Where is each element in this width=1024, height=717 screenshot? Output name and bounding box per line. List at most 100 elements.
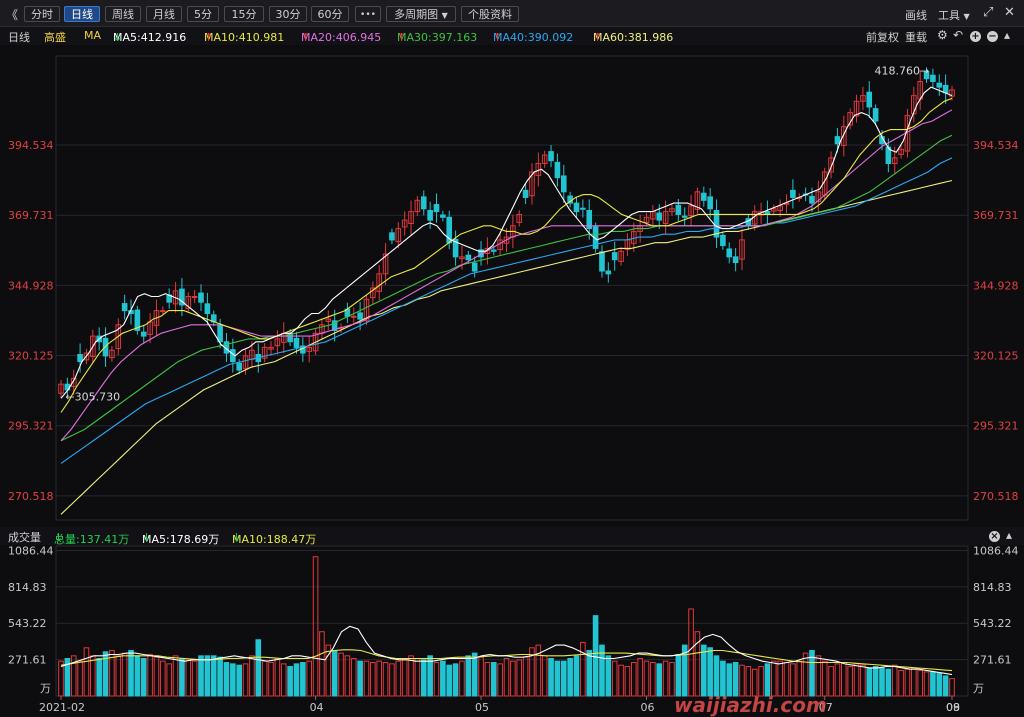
- candle-down: [140, 331, 147, 337]
- stock-info-button[interactable]: 个股资料: [461, 6, 519, 22]
- candle-down: [452, 238, 459, 258]
- candle-down: [726, 248, 733, 258]
- candle-up: [662, 211, 669, 224]
- up-arrow-icon: ↑: [301, 31, 311, 44]
- volume-bar-down: [179, 658, 185, 697]
- volume-bar-up: [484, 662, 491, 697]
- volume-bar-up: [109, 649, 115, 697]
- volume-bar-up: [160, 660, 166, 697]
- candle-down: [834, 136, 841, 145]
- volume-bar-down: [204, 655, 211, 697]
- close-icon[interactable]: ✕: [1004, 5, 1015, 20]
- candle-down: [548, 151, 554, 162]
- volume-bar-down: [681, 644, 688, 697]
- volume-bar-up: [860, 664, 866, 697]
- volume-bar-up: [503, 658, 510, 697]
- volume-bar-down: [732, 662, 739, 697]
- volume-ma10-line: [60, 649, 953, 672]
- low-annotation: ←305.730: [65, 390, 120, 403]
- ma-label[interactable]: MA: [84, 29, 101, 42]
- tab-weekly[interactable]: 周线: [105, 6, 141, 22]
- more-periods-button[interactable]: •••: [355, 6, 381, 22]
- ma10-text: MA10:410.981: [204, 31, 285, 44]
- volume-tick-label-right: 543.22: [973, 617, 1012, 630]
- tab-daily[interactable]: 日线: [64, 6, 100, 22]
- ma5-line: [60, 86, 953, 399]
- volume-bar-up: [115, 655, 122, 697]
- volume-bar-up: [338, 652, 344, 697]
- candle-up: [408, 211, 414, 224]
- price-tick-label-right: 320.125: [973, 350, 1019, 363]
- volume-bar-up: [828, 666, 834, 697]
- candle-down: [554, 161, 561, 179]
- volume-bar-up: [745, 666, 752, 697]
- candle-down: [573, 202, 580, 213]
- candle-down: [490, 249, 497, 252]
- zoom-in-icon[interactable]: +: [970, 31, 981, 42]
- draw-line-button[interactable]: 画线: [905, 7, 927, 23]
- candle-up: [338, 327, 344, 330]
- candle-down: [586, 209, 593, 230]
- volume-bar-up: [790, 663, 796, 697]
- volume-bar-up: [777, 660, 783, 697]
- candle-up: [350, 315, 357, 318]
- tab-15min[interactable]: 15分: [224, 6, 264, 22]
- collapse-icon[interactable]: ▴: [1006, 528, 1012, 542]
- candle-down: [802, 193, 809, 196]
- tools-menu-button[interactable]: 工具 ▼: [938, 7, 970, 23]
- volume-bar-down: [452, 663, 459, 697]
- period-label: 日线: [8, 31, 30, 44]
- volume-bar-down: [726, 663, 733, 697]
- candle-up: [860, 95, 866, 102]
- close-indicator-icon[interactable]: ×: [989, 531, 1000, 542]
- volume-bar-down: [764, 663, 771, 697]
- volume-bar-up: [370, 662, 376, 697]
- candle-up: [83, 352, 90, 361]
- candle-down: [198, 292, 204, 303]
- down-arrow-icon: ↓: [232, 531, 242, 544]
- price-adjust-button[interactable]: 前复权: [866, 29, 899, 45]
- settings-icon[interactable]: ⚙: [937, 28, 948, 42]
- tab-30min[interactable]: 30分: [269, 6, 307, 22]
- multi-period-chart-button[interactable]: 多周期图 ▼: [386, 6, 456, 22]
- candle-down: [764, 211, 771, 215]
- reload-button[interactable]: 重载: [905, 29, 927, 45]
- undo-icon[interactable]: ↶: [953, 28, 963, 42]
- volume-ma10-text: MA10:188.47万: [232, 533, 317, 546]
- x-tick-label: 04: [310, 701, 324, 714]
- volume-bar-down: [440, 660, 446, 697]
- volume-bar-up: [185, 659, 192, 697]
- ma-indicator-bar: 日线 高盛 MA MA5:412.916 ↓ MA10:410.981 ↑ MA20…: [0, 27, 1024, 45]
- volume-bar-down: [230, 663, 236, 697]
- volume-tick-label-left: 543.22: [8, 617, 47, 630]
- tab-intraday[interactable]: 分时: [24, 6, 60, 22]
- volume-bar-up: [376, 660, 383, 697]
- volume-bar-down: [140, 658, 147, 697]
- candle-up: [739, 239, 745, 260]
- candle-down: [567, 195, 573, 204]
- volume-label[interactable]: 成交量: [8, 529, 41, 545]
- volume-bar-down: [700, 644, 707, 697]
- expand-arrows-icon[interactable]: ⤢: [983, 5, 993, 20]
- candle-up: [274, 338, 281, 347]
- tab-60min[interactable]: 60分: [311, 6, 349, 22]
- candlestick-chart[interactable]: 394.534 394.534 369.731 369.731 344.928 344.9…: [0, 0, 1024, 717]
- candle-down: [700, 192, 707, 201]
- volume-plot-frame: [55, 545, 969, 697]
- volume-bar-down: [809, 649, 815, 697]
- candle-down: [605, 270, 612, 275]
- collapse-icon[interactable]: ▴: [1004, 28, 1010, 42]
- price-tick-label-left: 270.518: [8, 490, 54, 503]
- volume-bar-up: [497, 663, 503, 697]
- tab-monthly[interactable]: 月线: [146, 6, 182, 22]
- tab-5min[interactable]: 5分: [187, 6, 219, 22]
- volume-bar-down: [599, 644, 605, 697]
- volume-bar-up: [510, 660, 516, 697]
- candle-up: [484, 247, 491, 254]
- double-chevron-left-icon[interactable]: 《: [6, 6, 18, 23]
- candle-up: [911, 95, 917, 115]
- volume-bar-up: [280, 663, 287, 697]
- candle-up: [853, 100, 860, 117]
- zoom-out-icon[interactable]: −: [987, 31, 998, 42]
- volume-bar-up: [382, 662, 389, 697]
